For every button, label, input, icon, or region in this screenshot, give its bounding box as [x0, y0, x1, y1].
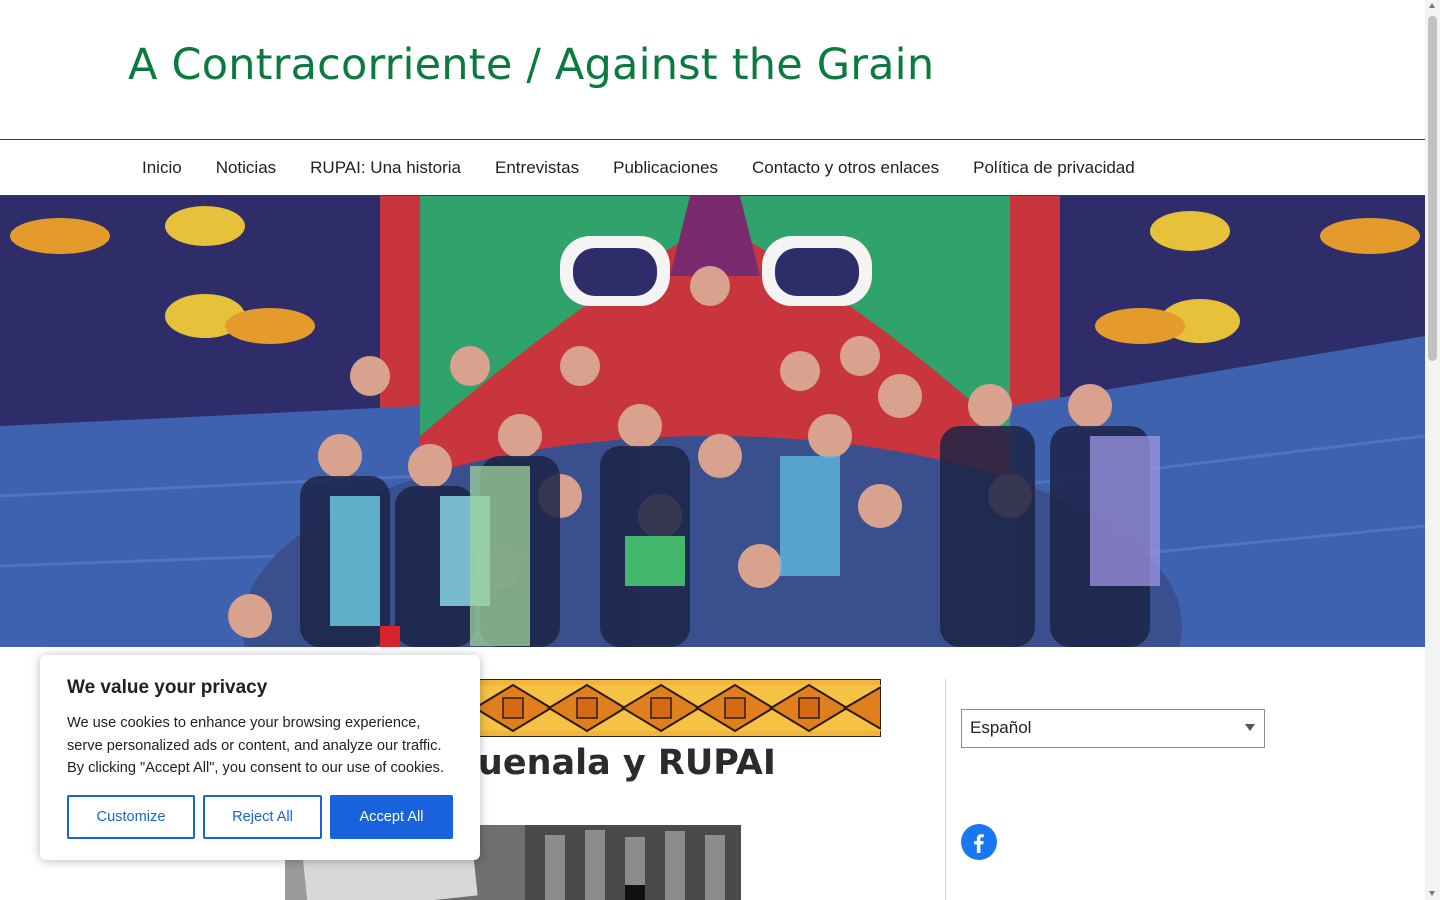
cookie-consent-banner: We value your privacy We use cookies to … — [40, 655, 480, 860]
nav-item-inicio[interactable]: Inicio — [125, 158, 199, 178]
hero-image — [0, 196, 1425, 647]
nav-item-publicaciones[interactable]: Publicaciones — [596, 158, 735, 178]
sidebar-divider — [945, 679, 946, 900]
accept-all-button[interactable]: Accept All — [330, 795, 453, 839]
nav-item-rupai-historia[interactable]: RUPAI: Una historia — [293, 158, 478, 178]
facebook-icon[interactable] — [961, 824, 997, 860]
chevron-down-icon — [1245, 724, 1255, 731]
nav-item-contacto[interactable]: Contacto y otros enlaces — [735, 158, 956, 178]
cookie-banner-text: We use cookies to enhance your browsing … — [67, 715, 445, 777]
nav-item-noticias[interactable]: Noticias — [199, 158, 293, 178]
site-title[interactable]: A Contracorriente / Against the Grain — [128, 40, 934, 90]
nav-item-privacidad[interactable]: Política de privacidad — [956, 158, 1152, 178]
reject-all-button[interactable]: Reject All — [203, 795, 322, 839]
main-navigation: Inicio Noticias RUPAI: Una historia Entr… — [0, 140, 1425, 196]
scroll-up-arrow-icon[interactable] — [1429, 3, 1435, 8]
page-scrollbar[interactable] — [1425, 0, 1440, 900]
language-select-value: Español — [970, 718, 1032, 737]
scroll-down-arrow-icon[interactable] — [1429, 891, 1435, 896]
cookie-banner-title: We value your privacy — [67, 677, 268, 698]
customize-button[interactable]: Customize — [67, 795, 195, 839]
site-header: A Contracorriente / Against the Grain — [0, 0, 1425, 140]
language-select[interactable]: Español — [961, 709, 1265, 748]
nav-item-entrevistas[interactable]: Entrevistas — [478, 158, 596, 178]
scrollbar-thumb[interactable] — [1428, 16, 1437, 361]
